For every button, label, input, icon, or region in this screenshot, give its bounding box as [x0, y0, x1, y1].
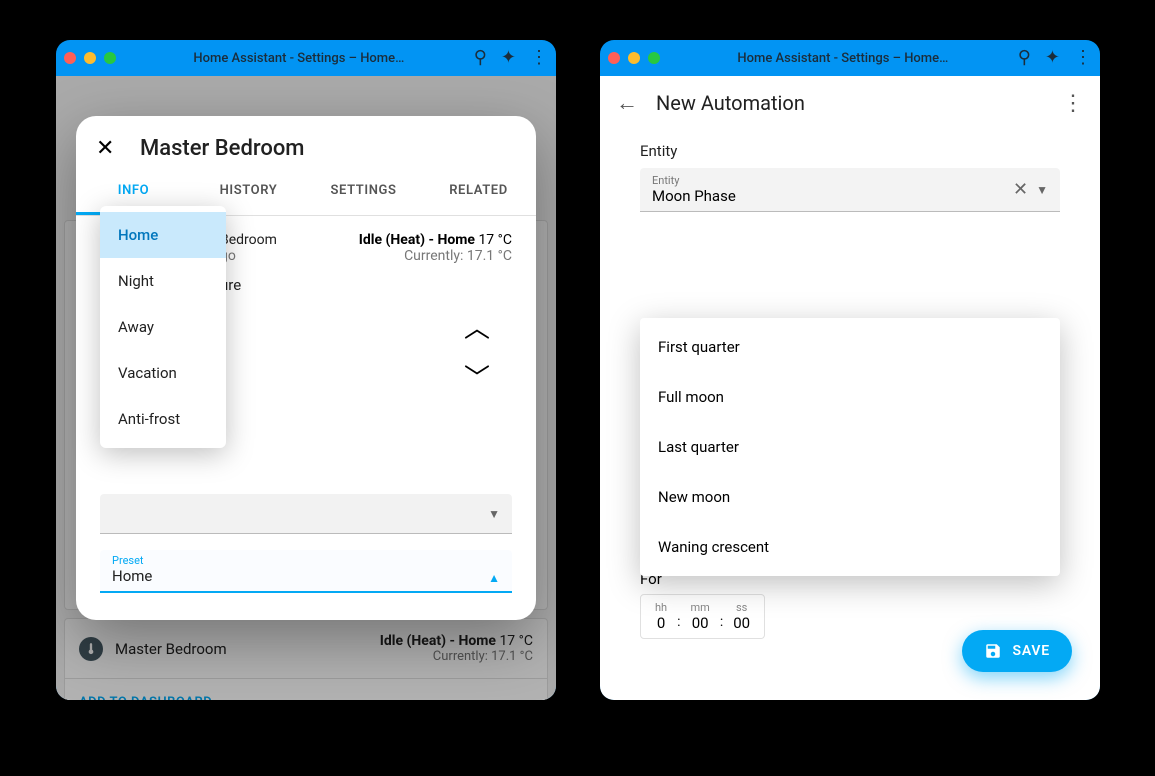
chevron-up-icon: ▲ [488, 571, 500, 585]
save-button[interactable]: SAVE [962, 630, 1072, 672]
info-name-partial: Bedroom [220, 232, 277, 248]
titlebar: Home Assistant - Settings – Home… ⚲ ✦ ⋮ [56, 40, 556, 76]
preset-option-away[interactable]: Away [100, 304, 226, 350]
minimize-window-dot[interactable] [628, 52, 640, 64]
tab-related[interactable]: RELATED [421, 169, 536, 215]
info-ago-partial: go [220, 248, 277, 264]
window-right: Home Assistant - Settings – Home… ⚲ ✦ ⋮ … [600, 40, 1100, 700]
duration-mm-label: mm [691, 601, 710, 614]
duration-ss-label: ss [733, 601, 750, 614]
search-icon[interactable]: ⚲ [474, 49, 487, 67]
dialog-title: Master Bedroom [140, 136, 304, 161]
preset-option-antifrost[interactable]: Anti-frost [100, 396, 226, 442]
more-vert-icon[interactable]: ⋮ [1074, 49, 1092, 67]
entity-select[interactable]: Entity Moon Phase ✕ ▼ [640, 168, 1060, 212]
preset-option-home[interactable]: Home [100, 212, 226, 258]
hvac-mode-select[interactable]: ▼ [100, 494, 512, 534]
chevron-down-icon: ▼ [488, 507, 500, 521]
traffic-lights [608, 52, 660, 64]
to-option-full-moon[interactable]: Full moon [640, 372, 1060, 422]
window-left: Home Assistant - Settings – Home… ⚲ ✦ ⋮ … [56, 40, 556, 700]
titlebar: Home Assistant - Settings – Home… ⚲ ✦ ⋮ [600, 40, 1100, 76]
duration-hh-label: hh [655, 601, 667, 614]
to-state-dropdown: First quarter Full moon Last quarter New… [640, 318, 1060, 576]
minimize-window-dot[interactable] [84, 52, 96, 64]
window-title: Home Assistant - Settings – Home… [668, 51, 1018, 66]
page-title: New Automation [656, 91, 805, 115]
tab-settings[interactable]: SETTINGS [306, 169, 421, 215]
preset-option-vacation[interactable]: Vacation [100, 350, 226, 396]
traffic-lights [64, 52, 116, 64]
entity-section-label: Entity [640, 142, 1060, 160]
zoom-window-dot[interactable] [104, 52, 116, 64]
more-vert-icon[interactable]: ⋮ [1062, 91, 1084, 116]
info-status-value: 17 °C [478, 232, 512, 248]
preset-dropdown: Home Night Away Vacation Anti-frost [100, 206, 226, 448]
window-title: Home Assistant - Settings – Home… [124, 51, 474, 66]
close-icon[interactable]: ✕ [96, 136, 120, 161]
entity-field-value: Moon Phase [652, 187, 1005, 205]
to-option-first-quarter[interactable]: First quarter [640, 322, 1060, 372]
temp-up-icon[interactable]: ︿ [464, 316, 490, 342]
extension-icon[interactable]: ✦ [1045, 49, 1060, 67]
info-current: Currently: 17.1 °C [359, 248, 512, 264]
entity-dialog: ✕ Master Bedroom INFO HISTORY SETTINGS R… [76, 116, 536, 620]
info-status-label: Idle (Heat) - Home [359, 232, 475, 248]
duration-input[interactable]: hh0 : mm00 : ss00 [640, 594, 765, 639]
zoom-window-dot[interactable] [648, 52, 660, 64]
to-option-last-quarter[interactable]: Last quarter [640, 422, 1060, 472]
preset-select[interactable]: Preset Home ▲ [100, 550, 512, 593]
duration-ss[interactable]: 00 [733, 614, 750, 632]
more-vert-icon[interactable]: ⋮ [530, 49, 548, 67]
entity-field-label: Entity [652, 174, 1005, 187]
extension-icon[interactable]: ✦ [501, 49, 516, 67]
close-window-dot[interactable] [608, 52, 620, 64]
search-icon[interactable]: ⚲ [1018, 49, 1031, 67]
duration-hh[interactable]: 0 [655, 614, 667, 632]
temp-down-icon[interactable]: ﹀ [464, 366, 490, 392]
preset-field-label: Preset [112, 554, 152, 567]
chevron-down-icon: ▼ [1036, 183, 1048, 197]
close-window-dot[interactable] [64, 52, 76, 64]
duration-mm[interactable]: 00 [691, 614, 710, 632]
to-option-waning-crescent[interactable]: Waning crescent [640, 522, 1060, 572]
to-option-new-moon[interactable]: New moon [640, 472, 1060, 522]
save-button-label: SAVE [1012, 643, 1050, 659]
clear-icon[interactable]: ✕ [1013, 179, 1028, 200]
save-disk-icon [984, 642, 1002, 660]
preset-option-night[interactable]: Night [100, 258, 226, 304]
arrow-back-icon[interactable]: ← [616, 90, 638, 116]
preset-field-value: Home [112, 567, 152, 585]
